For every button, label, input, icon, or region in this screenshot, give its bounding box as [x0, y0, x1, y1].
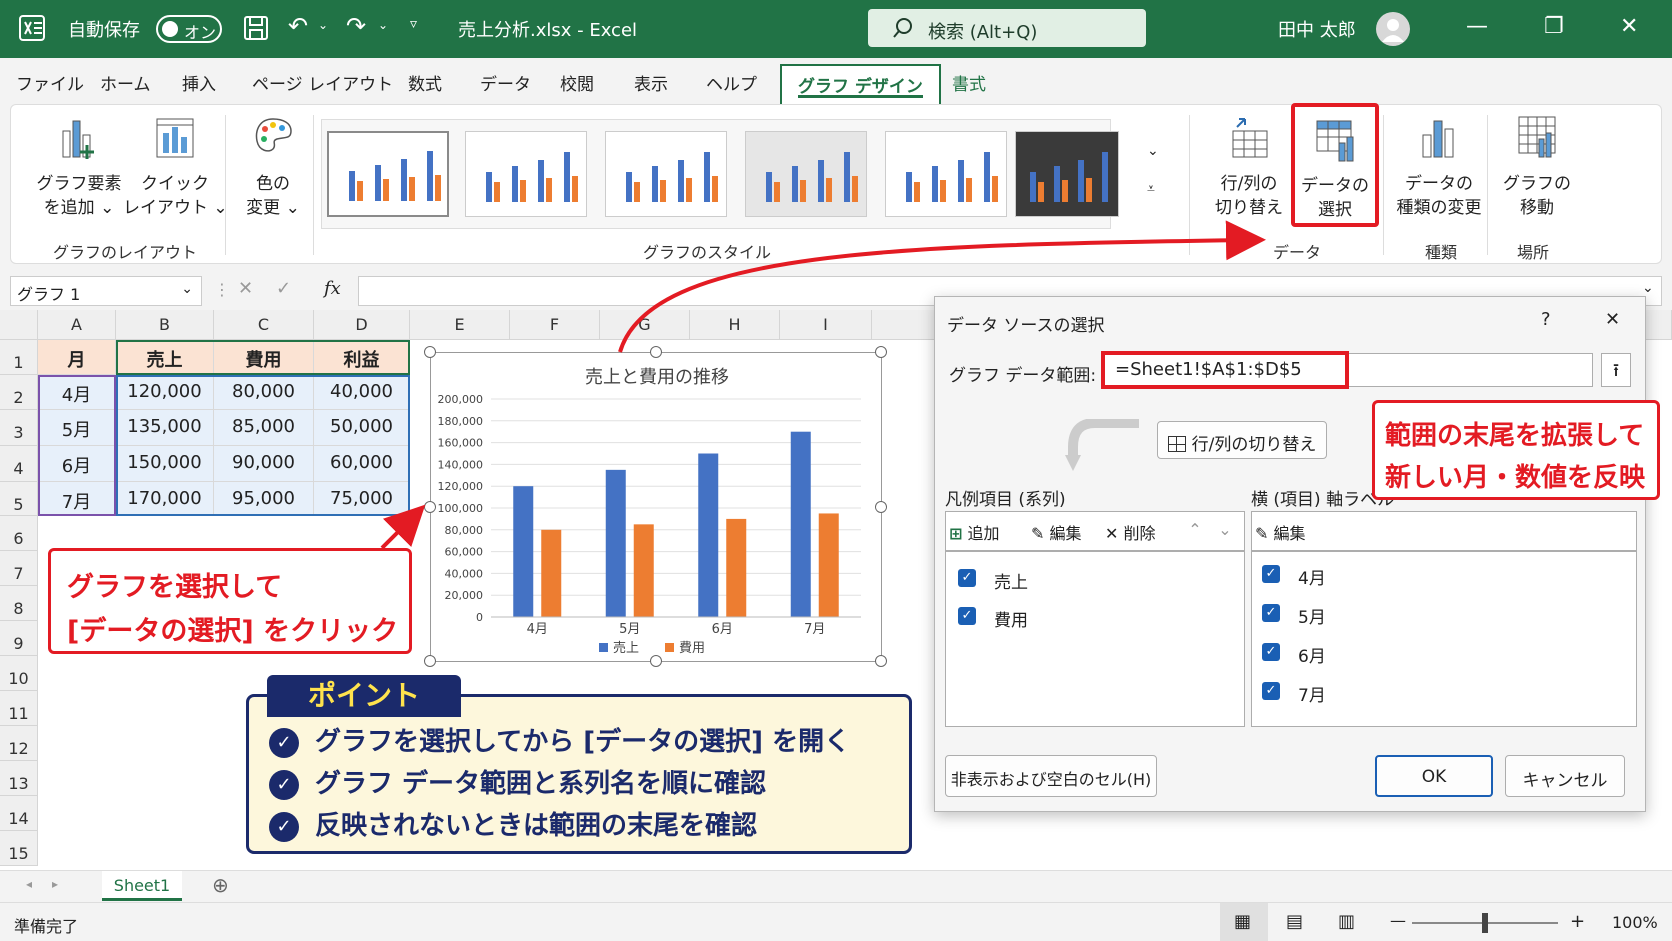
axis-item: 7月: [1298, 686, 1326, 706]
delete-icon: ✕: [1105, 524, 1119, 543]
edit-series-label: 編集: [1049, 524, 1082, 543]
cancel-button[interactable]: キャンセル: [1505, 755, 1625, 797]
list-item[interactable]: ✓ 費用: [952, 598, 1236, 634]
list-item[interactable]: ✓ 6月: [1258, 634, 1628, 670]
callout-line: 範囲の末尾を拡張して: [1385, 421, 1645, 451]
point-text: グラフ データ範囲と系列名を順に確認: [315, 769, 767, 799]
collapse-dialog-icon[interactable]: ⭱: [1601, 353, 1631, 387]
page-layout-view-icon[interactable]: ▤: [1286, 911, 1303, 932]
add-series-label: 追加: [967, 524, 1000, 543]
move-down-icon[interactable]: ⌄: [1211, 515, 1239, 547]
sheet-tab-sheet1[interactable]: Sheet1: [102, 871, 182, 901]
hidden-empty-cells-button[interactable]: 非表示および空白のセル(H): [945, 755, 1157, 797]
point-box: ポイント ✓ グラフを選択してから [データの選択] を開く ✓ グラフ データ範囲…: [246, 675, 912, 854]
point-item: ✓ グラフを選択してから [データの選択] を開く: [269, 721, 850, 758]
callout-extend-range: 範囲の末尾を拡張して 新しい月・数値を反映: [1372, 400, 1660, 500]
checkbox[interactable]: ✓: [1262, 565, 1280, 583]
series-list[interactable]: ✓ 売上 ✓ 費用: [945, 551, 1245, 727]
list-item[interactable]: ✓ 4月: [1258, 556, 1628, 592]
point-text: グラフを選択してから [データの選択] を開く: [315, 727, 851, 757]
curved-arrow-icon: [1065, 419, 1139, 471]
range-label: グラフ データ範囲:: [949, 366, 1097, 386]
checkbox[interactable]: ✓: [1262, 604, 1280, 622]
edit-icon: ✎: [1031, 524, 1045, 543]
scroll-left-icon[interactable]: ◂: [26, 877, 32, 891]
zoom-out-icon[interactable]: —: [1390, 911, 1406, 930]
switch-row-column-dialog-button[interactable]: 行/列の切り替え: [1157, 421, 1327, 459]
axis-item: 6月: [1298, 647, 1326, 667]
delete-series-label: 削除: [1123, 524, 1156, 543]
switch-row-column-dialog-label: 行/列の切り替え: [1191, 435, 1317, 455]
add-icon: ⊞: [949, 524, 963, 543]
status-ready: 準備完了: [14, 917, 79, 936]
ok-button[interactable]: OK: [1375, 755, 1493, 797]
page-break-view-icon[interactable]: ▥: [1338, 911, 1355, 932]
axis-label-list[interactable]: ✓ 4月 ✓ 5月 ✓ 6月 ✓ 7月: [1251, 551, 1637, 727]
callout-line: 新しい月・数値を反映: [1385, 463, 1646, 493]
help-button[interactable]: ?: [1541, 309, 1551, 330]
check-circle-icon: ✓: [269, 727, 299, 758]
zoom-in-icon[interactable]: +: [1570, 911, 1585, 932]
checkbox[interactable]: ✓: [1262, 682, 1280, 700]
series-name: 売上: [994, 573, 1028, 593]
edit-axis-button[interactable]: ✎ 編集: [1255, 515, 1329, 547]
scroll-right-icon[interactable]: ▸: [52, 877, 58, 891]
point-item: ✓ グラフ データ範囲と系列名を順に確認: [269, 763, 766, 800]
select-data-source-dialog: データ ソースの選択 ? ✕ グラフ データ範囲: =Sheet1!$A$1:$…: [934, 296, 1646, 812]
sheet-tab-bar: ◂ ▸ Sheet1 ⊕: [0, 870, 1672, 902]
check-circle-icon: ✓: [269, 811, 299, 842]
point-text: 反映されないときは範囲の末尾を確認: [315, 811, 758, 841]
normal-view-icon: ▦: [1234, 911, 1252, 932]
edit-icon: ✎: [1255, 524, 1269, 543]
checkbox[interactable]: ✓: [1262, 643, 1280, 661]
series-name: 費用: [994, 611, 1028, 631]
zoom-level[interactable]: 100%: [1612, 913, 1658, 932]
add-sheet-icon[interactable]: ⊕: [212, 873, 229, 897]
dialog-title: データ ソースの選択: [947, 316, 1105, 336]
chart-data-range-value: =Sheet1!$A$1:$D$5: [1115, 359, 1302, 380]
legend-entries-label: 凡例項目 (系列): [945, 490, 1066, 510]
add-series-button[interactable]: ⊞ 追加: [949, 515, 1023, 547]
dialog-close-button[interactable]: ✕: [1605, 309, 1620, 330]
zoom-slider-thumb[interactable]: [1482, 913, 1488, 933]
delete-series-button[interactable]: ✕ 削除: [1105, 515, 1175, 547]
checkbox[interactable]: ✓: [958, 607, 976, 625]
edit-axis-label: 編集: [1273, 524, 1306, 543]
list-item[interactable]: ✓ 5月: [1258, 595, 1628, 631]
check-circle-icon: ✓: [269, 769, 299, 800]
grid-icon: [1167, 436, 1186, 452]
axis-item: 5月: [1298, 608, 1326, 628]
checkbox[interactable]: ✓: [958, 569, 976, 587]
list-item[interactable]: ✓ 売上: [952, 560, 1236, 596]
axis-item: 4月: [1298, 569, 1326, 589]
move-up-icon[interactable]: ⌃: [1181, 515, 1209, 547]
status-bar: 準備完了 ▦ ▤ ▥ — + 100%: [0, 902, 1672, 941]
edit-series-button[interactable]: ✎ 編集: [1031, 515, 1107, 547]
point-tag: ポイント: [267, 675, 461, 717]
list-item[interactable]: ✓ 7月: [1258, 673, 1628, 709]
point-item: ✓ 反映されないときは範囲の末尾を確認: [269, 805, 757, 842]
